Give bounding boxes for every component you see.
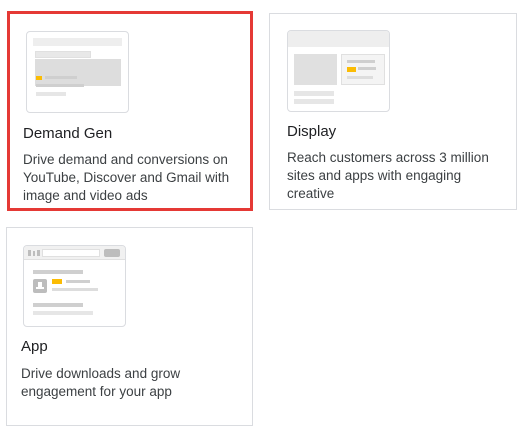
campaign-card-app[interactable]: App Drive downloads and grow engagement …: [6, 227, 253, 426]
card-title: Display: [287, 123, 337, 140]
card-description: Drive demand and conversions on YouTube,…: [23, 152, 230, 203]
display-illustration-icon: [287, 30, 390, 112]
demand-gen-illustration-icon: [26, 31, 129, 113]
card-description: Reach customers across 3 million sites a…: [287, 150, 489, 201]
app-illustration-icon: [23, 245, 126, 327]
card-title: Demand Gen: [23, 125, 113, 142]
card-title: App: [21, 338, 48, 355]
card-description: Drive downloads and grow engagement for …: [21, 366, 181, 399]
campaign-card-display[interactable]: Display Reach customers across 3 million…: [269, 13, 517, 210]
campaign-card-demand-gen[interactable]: Demand Gen Drive demand and conversions …: [7, 11, 253, 211]
